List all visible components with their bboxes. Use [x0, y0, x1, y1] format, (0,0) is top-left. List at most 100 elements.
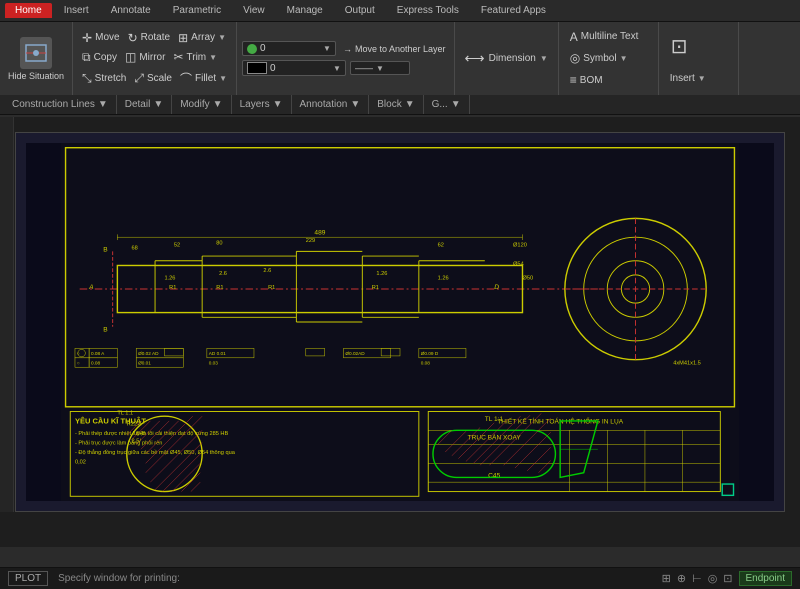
tab-output[interactable]: Output [335, 3, 385, 18]
section-block[interactable]: Block ▼ [369, 95, 423, 114]
svg-text:Ø0.02AD: Ø0.02AD [345, 351, 365, 356]
tab-featured[interactable]: Featured Apps [471, 3, 556, 18]
trim-icon: ✂ [173, 50, 183, 64]
trim-button[interactable]: ✂ Trim ▼ [170, 49, 220, 65]
rotate-icon: ↻ [128, 31, 138, 45]
move-tools-group: ✛ Move ↻ Rotate ⊞ Array ▼ ⧉ Copy [73, 22, 237, 95]
bom-icon: ≡ [570, 73, 577, 87]
section-g[interactable]: G... ▼ [424, 95, 470, 114]
plot-button[interactable]: PLOT [8, 571, 48, 586]
dimension-icon: ⟷ [465, 50, 485, 67]
hide-situation-label: Hide Situation [8, 71, 64, 81]
toolbar-row: Hide Situation ✛ Move ↻ Rotate ⊞ Array ▼ [0, 22, 800, 95]
polar-icon[interactable]: ◎ [708, 572, 718, 585]
color-dropdown[interactable]: 0 ▼ [242, 60, 346, 76]
status-specify-text: Specify window for printing: [58, 573, 180, 584]
copy-icon: ⧉ [82, 50, 91, 65]
svg-text:R1: R1 [216, 285, 223, 291]
color-dropdown-arrow: ▼ [333, 64, 341, 73]
rotate-button[interactable]: ↻ Rotate [125, 30, 174, 46]
scale-button[interactable]: ⤢ Scale [131, 70, 175, 87]
drawing-canvas[interactable]: THIẾT KẾ TÍNH TOÁN HỆ THỐNG IN LỤA TRỤC … [15, 132, 785, 512]
svg-text:C45: C45 [488, 472, 500, 479]
scale-icon: ⤢ [134, 71, 144, 86]
insert-text-label: Insert [670, 73, 695, 84]
svg-text:TL 1:1: TL 1:1 [117, 410, 133, 416]
tab-manage[interactable]: Manage [277, 3, 333, 18]
block-chevron: ▼ [405, 99, 415, 110]
tab-annotate[interactable]: Annotate [101, 3, 161, 18]
grid-icon[interactable]: ⊞ [662, 572, 671, 585]
g-label: G... [432, 99, 448, 110]
insert-button[interactable]: ⊡ [667, 32, 730, 61]
insert-icon: ⊡ [671, 34, 688, 59]
linetype-text: —— [355, 63, 373, 73]
svg-text:- Độ thẳng đồng trục giữa các: - Độ thẳng đồng trục giữa các bề mặt Ø45… [75, 449, 236, 456]
drawing-inner: THIẾT KẾ TÍNH TOÁN HỆ THỐNG IN LỤA TRỤC … [26, 143, 774, 501]
copy-mirror-row: ⧉ Copy ◫ Mirror ✂ Trim ▼ [79, 49, 230, 66]
svg-text:Ø54: Ø54 [513, 261, 524, 267]
multiline-icon: A [570, 30, 578, 44]
endpoint-label: Endpoint [746, 573, 785, 584]
mirror-label: Mirror [139, 52, 165, 63]
insert-label-row[interactable]: Insert ▼ [667, 72, 730, 85]
tab-home[interactable]: Home [5, 3, 52, 18]
array-button[interactable]: ⊞ Array ▼ [175, 30, 229, 46]
tab-insert[interactable]: Insert [54, 3, 99, 18]
move-button[interactable]: ✛ Move [79, 30, 123, 46]
tab-parametric[interactable]: Parametric [163, 3, 231, 18]
layers-label: Layers [240, 99, 270, 110]
tab-express[interactable]: Express Tools [387, 3, 469, 18]
svg-text:0.08: 0.08 [421, 360, 431, 365]
dimension-button[interactable]: ⟷ Dimension ▼ [461, 48, 552, 69]
section-construction[interactable]: Construction Lines ▼ [4, 95, 117, 114]
fillet-label: Fillet [195, 73, 216, 84]
fillet-dropdown-icon: ▼ [219, 74, 227, 83]
snap-icon[interactable]: ⊕ [677, 572, 686, 585]
layer-controls-row: 0 ▼ → Move to Another Layer [242, 41, 448, 56]
g-chevron: ▼ [451, 99, 461, 110]
stretch-button[interactable]: ⤡ Stretch [79, 70, 129, 87]
status-bar: PLOT Specify window for printing: ⊞ ⊕ ⊢ … [0, 567, 800, 589]
symbol-dropdown-icon: ▼ [620, 54, 628, 63]
construction-label: Construction Lines [12, 99, 95, 110]
section-detail[interactable]: Detail ▼ [117, 95, 172, 114]
symbol-label: Symbol [583, 53, 616, 64]
fillet-button[interactable]: ⌒ Fillet ▼ [177, 69, 230, 88]
svg-text:R1: R1 [372, 285, 379, 291]
mirror-button[interactable]: ◫ Mirror [122, 49, 168, 65]
tab-view[interactable]: View [233, 3, 275, 18]
svg-text:Ø0.01: Ø0.01 [138, 360, 151, 365]
svg-text:B-B: B-B [136, 431, 146, 437]
svg-text:80: 80 [216, 241, 222, 247]
stretch-scale-row: ⤡ Stretch ⤢ Scale ⌒ Fillet ▼ [79, 69, 230, 88]
dimension-dropdown-icon: ▼ [540, 54, 548, 63]
move-another-layer-button[interactable]: → Move to Another Layer [340, 43, 449, 55]
multiline-text-button[interactable]: A Multiline Text [567, 29, 650, 45]
hide-situation-button[interactable]: Hide Situation [0, 22, 73, 95]
ortho-icon[interactable]: ⊢ [692, 572, 702, 585]
svg-text:2,5/: 2,5/ [132, 439, 142, 445]
svg-text:B: B [103, 326, 108, 333]
copy-button[interactable]: ⧉ Copy [79, 49, 120, 66]
layer-dropdown-arrow: ▼ [323, 44, 331, 53]
svg-text:TRỤC BÀN XOAY: TRỤC BÀN XOAY [468, 433, 522, 442]
symbol-button[interactable]: ◎ Symbol ▼ [567, 50, 650, 66]
svg-text:52: 52 [174, 243, 180, 249]
linetype-dropdown[interactable]: —— ▼ [350, 61, 410, 75]
section-modify[interactable]: Modify ▼ [172, 95, 231, 114]
layer-dropdown[interactable]: 0 ▼ [242, 41, 336, 56]
endpoint-badge: Endpoint [739, 571, 792, 586]
svg-text:229: 229 [306, 238, 315, 244]
trim-label: Trim [187, 52, 207, 63]
osnap-icon[interactable]: ⊡ [723, 572, 732, 585]
symbol-icon: ◎ [570, 51, 580, 65]
main-drawing-area: THIẾT KẾ TÍNH TOÁN HỆ THỐNG IN LỤA TRỤC … [0, 117, 800, 547]
annotation-group: A Multiline Text ◎ Symbol ▼ ≡ BOM [559, 22, 659, 95]
section-annotation[interactable]: Annotation ▼ [292, 95, 370, 114]
section-layers[interactable]: Layers ▼ [232, 95, 292, 114]
rotate-label: Rotate [141, 32, 170, 43]
detail-chevron: ▼ [153, 99, 163, 110]
bom-button[interactable]: ≡ BOM [567, 72, 650, 88]
svg-text:Ø50: Ø50 [522, 276, 533, 282]
